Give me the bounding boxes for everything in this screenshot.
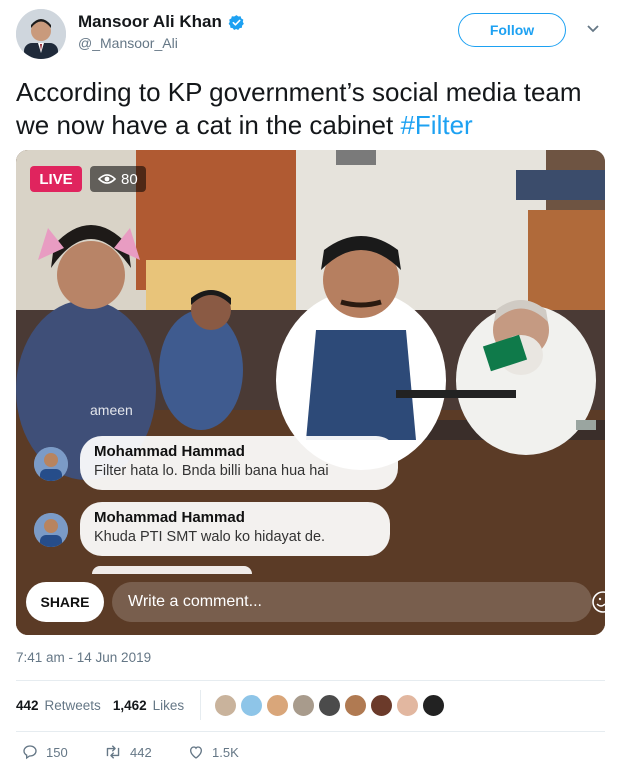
- follow-button[interactable]: Follow: [458, 13, 566, 47]
- author-avatar[interactable]: [16, 9, 66, 59]
- verified-badge-icon: [228, 14, 244, 30]
- author-handle[interactable]: @_Mansoor_Ali: [78, 35, 178, 51]
- divider: [16, 680, 605, 681]
- like-action[interactable]: 1.5K: [188, 744, 239, 760]
- liker-avatar[interactable]: [240, 694, 263, 717]
- tweet-body: According to KP government’s social medi…: [16, 77, 582, 140]
- share-button[interactable]: SHARE: [26, 582, 104, 622]
- comment-text: Filter hata lo. Bnda billi bana hua hai: [94, 463, 329, 479]
- reply-icon: [23, 745, 37, 760]
- liker-avatar[interactable]: [214, 694, 237, 717]
- author-name-row[interactable]: Mansoor Ali Khan: [78, 12, 245, 32]
- retweets-label[interactable]: Retweets: [45, 698, 101, 713]
- eye-icon: [98, 174, 116, 184]
- author-name[interactable]: Mansoor Ali Khan: [78, 12, 222, 32]
- tweet-text: According to KP government’s social medi…: [16, 76, 616, 142]
- viewer-count: 80: [121, 170, 138, 188]
- comment-author[interactable]: Mohammad Hammad: [94, 509, 374, 526]
- retweet-icon: [106, 745, 120, 759]
- tweet-timestamp[interactable]: 7:41 am - 14 Jun 2019: [16, 650, 151, 665]
- likes-label[interactable]: Likes: [153, 698, 185, 713]
- viewer-count-badge: 80: [90, 166, 146, 192]
- liker-avatar[interactable]: [396, 694, 419, 717]
- liker-avatar[interactable]: [344, 694, 367, 717]
- heart-icon: [189, 746, 203, 759]
- reply-count: 150: [46, 744, 68, 760]
- commenter-avatar[interactable]: [34, 447, 68, 481]
- live-comment: Mohammad Hammad Filter hata lo. Bnda bil…: [80, 436, 398, 490]
- liker-avatar[interactable]: [422, 694, 445, 717]
- stats-divider: [200, 690, 201, 720]
- engagement-stats: 442 Retweets 1,462 Likes: [16, 698, 184, 713]
- like-count: 1.5K: [212, 744, 239, 760]
- comment-input[interactable]: Write a comment...: [112, 582, 592, 622]
- commenter-avatar[interactable]: [34, 513, 68, 547]
- retweet-action[interactable]: 442: [104, 744, 152, 760]
- tweet-actions: 150 442 1.5K: [16, 744, 316, 768]
- comment-text: Khuda PTI SMT walo ko hidayat de.: [94, 529, 326, 545]
- partial-comment: [92, 566, 252, 574]
- liker-avatar[interactable]: [292, 694, 315, 717]
- liker-avatars: [214, 694, 445, 717]
- reply-action[interactable]: 150: [22, 744, 68, 760]
- chevron-down-icon[interactable]: [586, 24, 600, 34]
- liker-avatar[interactable]: [266, 694, 289, 717]
- divider: [16, 731, 605, 732]
- retweets-count[interactable]: 442: [16, 698, 39, 713]
- live-comment: Mohammad Hammad Khuda PTI SMT walo ko hi…: [80, 502, 390, 556]
- likes-count[interactable]: 1,462: [113, 698, 147, 713]
- hashtag-link[interactable]: #Filter: [400, 110, 472, 140]
- liker-avatar[interactable]: [318, 694, 341, 717]
- emoji-icon[interactable]: [592, 591, 606, 613]
- live-video-player[interactable]: [16, 150, 605, 635]
- faded-comment: ameen: [90, 402, 133, 418]
- retweet-count: 442: [130, 744, 152, 760]
- video-frame: [16, 150, 605, 635]
- comment-author[interactable]: Mohammad Hammad: [94, 443, 382, 460]
- liker-avatar[interactable]: [370, 694, 393, 717]
- live-badge: LIVE: [30, 166, 82, 192]
